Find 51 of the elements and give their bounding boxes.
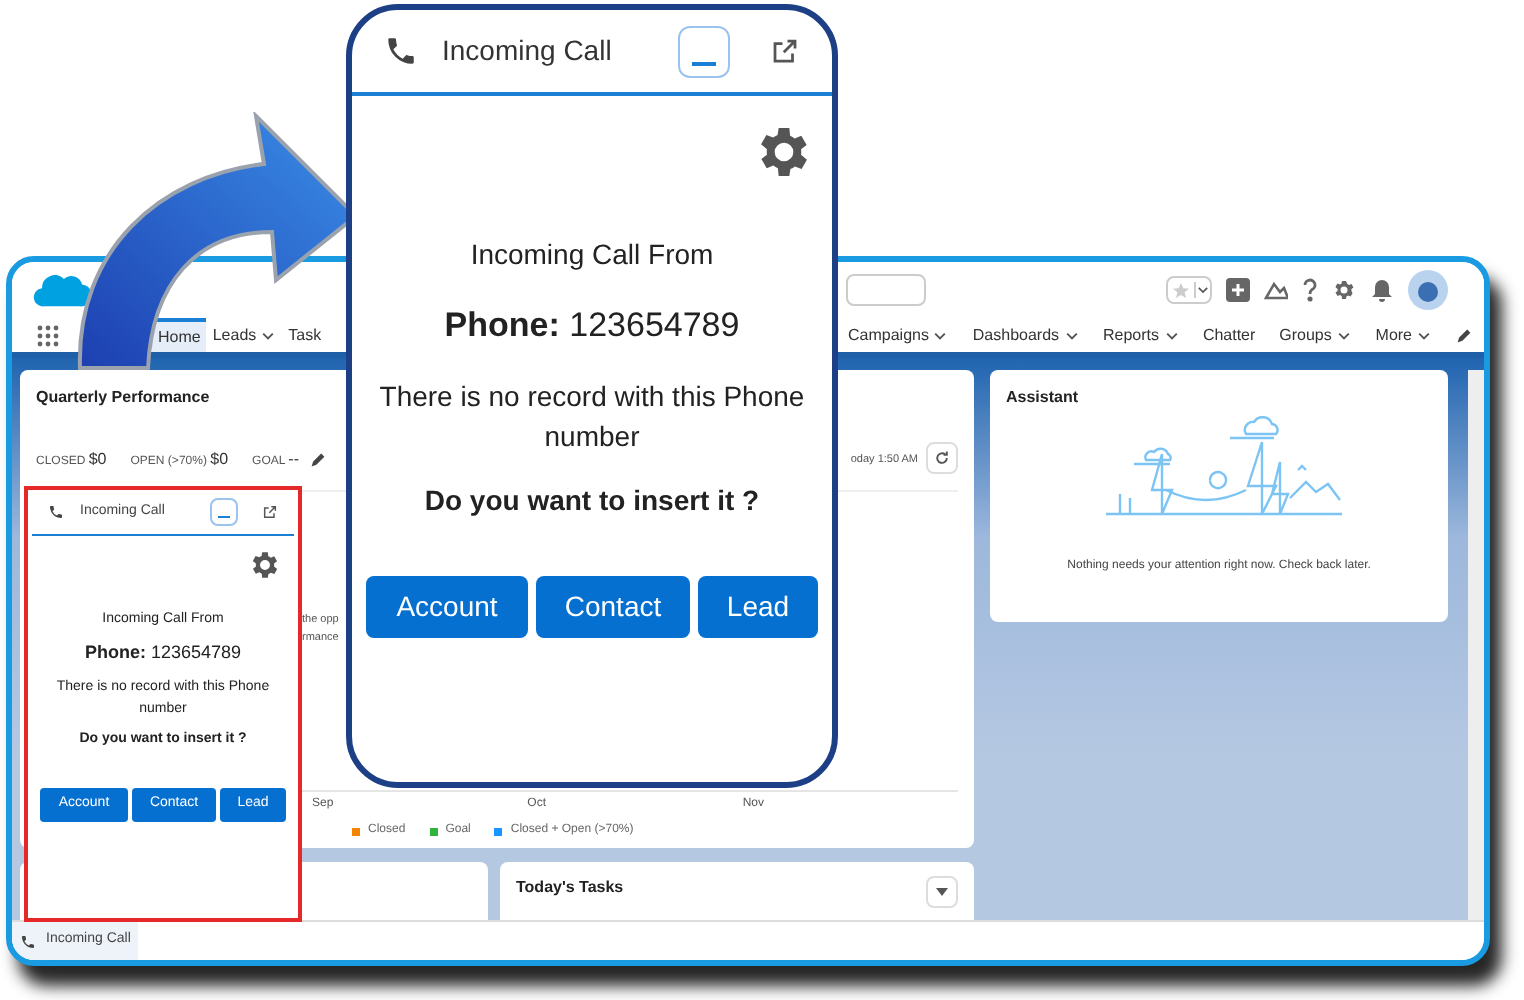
chevron-down-icon[interactable] — [1416, 327, 1433, 343]
phone-icon — [384, 34, 418, 68]
nav-tab[interactable]: Home — [152, 318, 207, 352]
pencil-icon[interactable] — [310, 452, 327, 468]
refresh-icon — [934, 450, 950, 466]
nav-tab[interactable]: Chatter — [1202, 323, 1256, 347]
bell-icon[interactable] — [1370, 278, 1394, 302]
nav-tab[interactable]: Leads — [206, 318, 283, 352]
insert-button[interactable]: Lead — [698, 575, 818, 637]
mountain-icon[interactable] — [1264, 278, 1288, 302]
pop-out-icon[interactable] — [770, 36, 800, 66]
panel-title: Incoming Call — [442, 32, 614, 70]
insert-button[interactable]: Contact — [536, 575, 690, 637]
chevron-down-icon[interactable] — [1335, 327, 1352, 343]
notice-text: There is no record with this Phone number — [377, 377, 807, 455]
card-title: Quarterly Performance — [36, 386, 210, 410]
app-launcher-icon[interactable] — [36, 323, 60, 347]
help-icon[interactable] — [1302, 278, 1318, 302]
refresh-button[interactable] — [926, 442, 958, 474]
settings-icon[interactable] — [248, 548, 282, 582]
card-title: Assistant — [1006, 386, 1079, 410]
settings-icon[interactable] — [1332, 278, 1356, 302]
nav-tab[interactable]: Dashboards — [972, 323, 1080, 347]
phone-line: Phone: 123654789 — [444, 304, 740, 348]
chevron-down-icon[interactable] — [932, 327, 949, 343]
pop-out-icon[interactable] — [262, 504, 278, 520]
nav-tab[interactable]: More — [1375, 323, 1433, 347]
star-icon[interactable] — [1172, 281, 1190, 299]
question-text: Do you want to insert it ? — [424, 481, 760, 520]
chevron-down-icon[interactable] — [260, 327, 277, 343]
chevron-down-icon[interactable] — [1163, 327, 1179, 343]
minimize-button[interactable] — [678, 25, 730, 77]
cloud-logo — [32, 270, 92, 310]
pencil-icon[interactable] — [1455, 327, 1472, 343]
card-title: Today's Tasks — [516, 876, 624, 900]
nav-tab[interactable]: Reports — [1102, 323, 1179, 347]
call-heading: Incoming Call From — [470, 236, 714, 274]
phone-line: Phone: 123654789 — [84, 639, 242, 665]
chevron-down-icon[interactable] — [1194, 282, 1210, 298]
avatar-icon[interactable] — [1408, 270, 1448, 310]
nav-tab[interactable]: Campaigns — [848, 323, 949, 347]
minimize-button[interactable] — [210, 498, 238, 526]
phone-icon — [20, 933, 36, 949]
dropdown-button[interactable] — [926, 876, 958, 908]
nav-tab[interactable]: Groups — [1279, 323, 1352, 347]
add-icon[interactable] — [1226, 278, 1250, 302]
nav-tab[interactable]: Task — [282, 318, 328, 352]
phone-icon — [48, 504, 64, 520]
insert-button[interactable]: Account — [366, 575, 528, 637]
chevron-down-icon[interactable] — [1063, 327, 1080, 343]
search-field[interactable] — [846, 274, 926, 306]
